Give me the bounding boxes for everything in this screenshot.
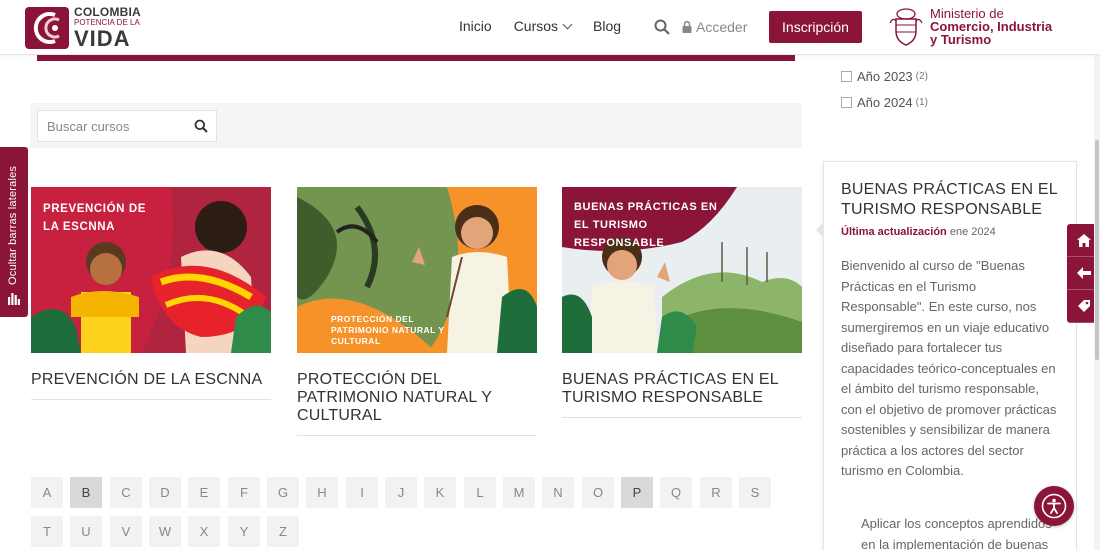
course-image-patrimonio[interactable]: PROTECCIÓN DEL PATRIMONIO NATURAL Y CULT… (297, 187, 537, 353)
course-search-bar (30, 103, 802, 148)
letter-filter-m[interactable]: M (503, 477, 535, 508)
ministerio-line1: Ministerio de (930, 5, 1004, 21)
course-card[interactable]: BUENAS PRÁCTICAS EN EL TURISMO RESPONSAB… (562, 187, 802, 418)
page-scrollbar[interactable] (1094, 0, 1100, 550)
letter-filter-r[interactable]: R (700, 477, 732, 508)
letter-filter-y[interactable]: Y (228, 516, 260, 547)
letter-filter-s[interactable]: S (739, 477, 771, 508)
filter-year-label: Año 2024 (857, 95, 913, 110)
main-nav: Inicio Cursos Blog (459, 18, 643, 34)
letter-filter-g[interactable]: G (267, 477, 299, 508)
letter-filter-d[interactable]: D (149, 477, 181, 508)
letter-filter-f[interactable]: F (228, 477, 260, 508)
course-card[interactable]: PROTECCIÓN DEL PATRIMONIO NATURAL Y CULT… (297, 187, 537, 436)
colombia-logo[interactable]: COLOMBIA POTENCIA DE LA VIDA (25, 6, 147, 50)
nav-inicio[interactable]: Inicio (459, 18, 492, 34)
scrollbar-thumb[interactable] (1095, 140, 1099, 360)
detail-updated-date: ene 2024 (949, 226, 996, 238)
letter-filter-b[interactable]: B (70, 477, 102, 508)
checkbox[interactable] (841, 71, 852, 82)
nav-cursos[interactable]: Cursos (513, 18, 573, 34)
login-label: Acceder (696, 19, 748, 35)
letter-filter-v[interactable]: V (110, 516, 142, 547)
course-image-escnna[interactable]: PREVENCIÓN DE LA ESCNNA (31, 187, 271, 353)
filter-year-count: (1) (915, 97, 928, 108)
site-header: COLOMBIA POTENCIA DE LA VIDA Inicio Curs… (0, 0, 1100, 55)
coat-of-arms-icon (889, 8, 923, 46)
nav-blog[interactable]: Blog (593, 18, 621, 34)
detail-objective-item: Aplicar los conceptos aprendidos en la i… (861, 516, 1052, 550)
letter-filter-t[interactable]: T (31, 516, 63, 547)
filter-year-label: Año 2023 (857, 69, 913, 84)
letter-filter-z[interactable]: Z (267, 516, 299, 547)
letter-filter-o[interactable]: O (582, 477, 614, 508)
course-title[interactable]: BUENAS PRÁCTICAS EN EL TURISMO RESPONSAB… (562, 371, 802, 407)
tag-icon (1077, 300, 1090, 312)
letter-filter-e[interactable]: E (188, 477, 220, 508)
search-icon[interactable] (194, 119, 208, 133)
login-link[interactable]: Acceder (682, 19, 747, 35)
letter-filter-l[interactable]: L (464, 477, 496, 508)
ministerio-line3: y Turismo (930, 31, 992, 47)
accessibility-icon (1041, 493, 1067, 519)
divider (297, 435, 537, 436)
letter-filter-w[interactable]: W (149, 516, 181, 547)
detail-updated-label: Última actualización (841, 226, 947, 238)
checkbox[interactable] (841, 97, 852, 108)
filter-year-count: (2) (915, 71, 928, 82)
course-card[interactable]: PREVENCIÓN DE LA ESCNNA PREVENCIÓN DE LA… (31, 187, 271, 400)
inscripcion-button[interactable]: Inscripción (769, 11, 862, 43)
course-search-input[interactable] (38, 118, 188, 134)
toggle-sidebars-label: Ocultar barras laterales (7, 165, 19, 285)
course-title[interactable]: PROTECCIÓN DEL PATRIMONIO NATURAL Y CULT… (297, 371, 537, 425)
letter-filter-u[interactable]: U (70, 516, 102, 547)
course-banner-title: PROTECCIÓN DEL PATRIMONIO NATURAL Y CULT… (331, 314, 445, 346)
detail-title: BUENAS PRÁCTICAS EN EL TURISMO RESPONSAB… (841, 181, 1058, 218)
course-banner-title: PREVENCIÓN DE LA ESCNNA (43, 203, 147, 233)
lock-icon (682, 21, 692, 33)
letter-filter-n[interactable]: N (542, 477, 574, 508)
search-icon[interactable] (654, 19, 670, 35)
letter-filter-a[interactable]: A (31, 477, 63, 508)
letter-filter-h[interactable]: H (306, 477, 338, 508)
letter-filter-i[interactable]: I (346, 477, 378, 508)
bars-icon (8, 293, 20, 305)
chevron-down-icon (562, 19, 573, 30)
panel-pointer (816, 222, 824, 238)
nav-cursos-label: Cursos (513, 18, 559, 34)
accessibility-button[interactable] (1034, 486, 1074, 526)
arrow-left-icon (1076, 267, 1091, 279)
course-search-box (37, 110, 217, 142)
ministerio-logo[interactable]: Ministerio de Comercio, Industria y Turi… (888, 5, 1052, 47)
filter-year-2023[interactable]: Año 2023 (2) (841, 69, 928, 84)
letter-filter-x[interactable]: X (188, 516, 220, 547)
hero-bottom-band (37, 55, 795, 61)
logo-text-vida: VIDA (74, 26, 131, 51)
course-banner-title: BUENAS PRÁCTICAS EN EL TURISMO RESPONSAB… (574, 201, 718, 249)
ministerio-line2: Comercio, Industria (930, 18, 1053, 34)
divider (31, 399, 271, 400)
letter-filter-p[interactable]: P (621, 477, 653, 508)
logo-mark-icon (25, 7, 69, 49)
toggle-sidebars-button[interactable]: Ocultar barras laterales (0, 147, 28, 317)
home-icon (1076, 233, 1091, 247)
divider (562, 417, 802, 418)
logo-text-colombia: COLOMBIA (74, 5, 141, 19)
detail-updated: Última actualización ene 2024 (841, 226, 996, 238)
letter-filter-k[interactable]: K (424, 477, 456, 508)
course-image-turismo[interactable]: BUENAS PRÁCTICAS EN EL TURISMO RESPONSAB… (562, 187, 802, 353)
letter-filter-j[interactable]: J (385, 477, 417, 508)
letter-filter-c[interactable]: C (110, 477, 142, 508)
filter-year-2024[interactable]: Año 2024 (1) (841, 95, 928, 110)
course-title[interactable]: PREVENCIÓN DE LA ESCNNA (31, 371, 271, 389)
letter-filter-q[interactable]: Q (660, 477, 692, 508)
detail-description: Bienvenido al curso de "Buenas Prácticas… (841, 258, 1057, 478)
